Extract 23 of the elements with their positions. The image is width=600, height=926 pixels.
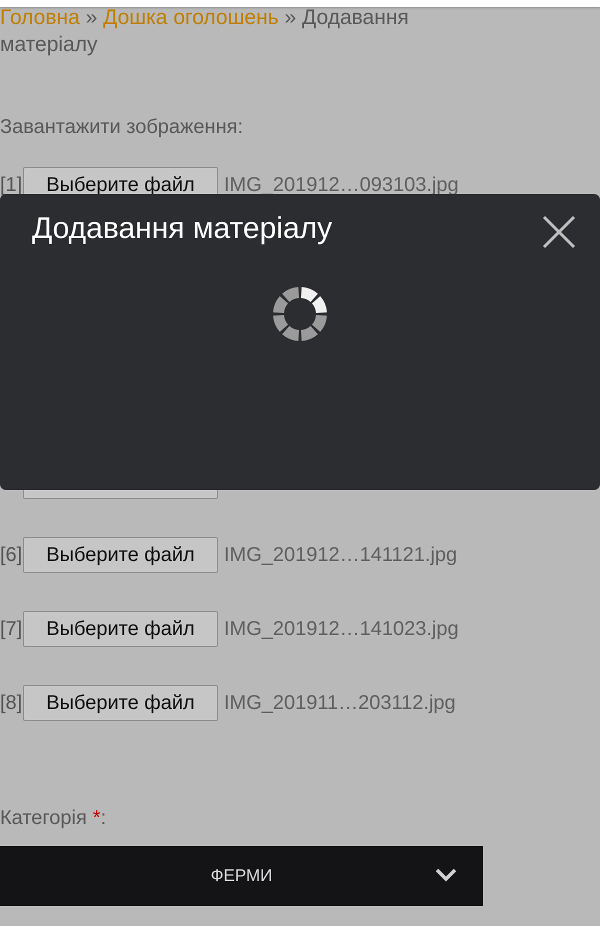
file-index: [8] xyxy=(0,692,23,714)
choose-file-button[interactable]: Выберите файл xyxy=(23,537,218,573)
file-name: IMG_201912…141121.jpg xyxy=(224,544,458,566)
file-index: [1] xyxy=(0,174,23,196)
file-index: [6] xyxy=(0,544,23,566)
file-name: IMG_201912…093103.jpg xyxy=(224,174,459,196)
breadcrumb-current: матеріалу xyxy=(0,33,98,56)
label-colon: : xyxy=(100,807,106,830)
file-name: IMG_201911…203112.jpg xyxy=(224,692,456,714)
upload-label: Завантажити зображення: xyxy=(0,115,244,140)
chevron-down-icon xyxy=(435,868,457,882)
close-icon[interactable] xyxy=(541,214,577,250)
required-mark: * xyxy=(92,807,101,830)
file-index: [7] xyxy=(0,618,23,640)
breadcrumb-separator: » xyxy=(86,6,98,29)
choose-file-button[interactable]: Выберите файл xyxy=(23,611,218,647)
choose-file-button[interactable]: Выберите файл xyxy=(23,685,218,721)
modal-title: Додавання матеріалу xyxy=(32,212,332,246)
breadcrumb-current: Додавання xyxy=(302,6,409,29)
category-label: Категорія xyxy=(0,807,87,830)
breadcrumb-separator: » xyxy=(284,6,296,29)
category-select[interactable]: ФЕРМИ xyxy=(0,846,483,906)
file-name: IMG_201912…141023.jpg xyxy=(224,618,459,640)
